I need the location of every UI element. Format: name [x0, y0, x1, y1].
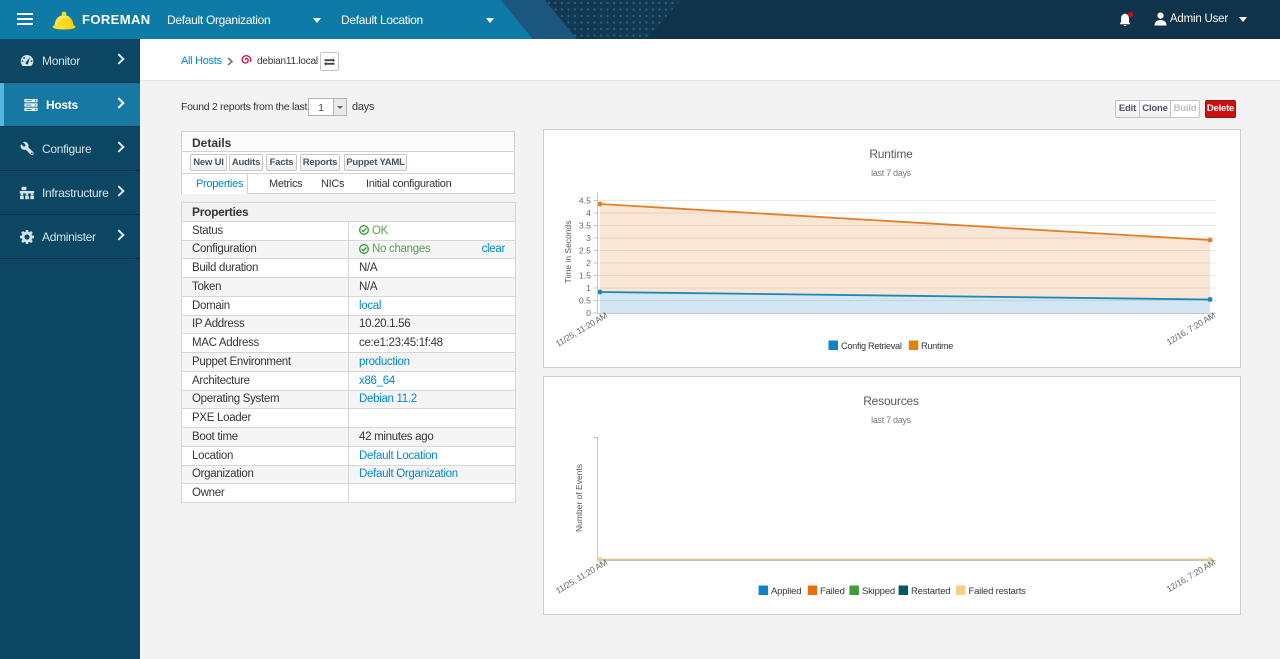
- svg-text:Skipped: Skipped: [862, 586, 895, 597]
- svg-text:4: 4: [586, 208, 591, 218]
- svg-text:Failed: Failed: [820, 586, 845, 597]
- svg-text:Runtime: Runtime: [869, 147, 913, 161]
- svg-text:1.5: 1.5: [579, 271, 591, 281]
- svg-text:Runtime: Runtime: [921, 341, 953, 351]
- svg-text:last 7 days: last 7 days: [871, 415, 912, 425]
- svg-text:12/16, 7:20 AM: 12/16, 7:20 AM: [1165, 310, 1217, 347]
- svg-text:Restarted: Restarted: [911, 586, 950, 597]
- svg-text:4.5: 4.5: [579, 196, 591, 206]
- svg-text:3.5: 3.5: [579, 221, 591, 231]
- svg-text:Time in Seconds: Time in Seconds: [563, 221, 573, 284]
- svg-text:Number of Events: Number of Events: [574, 464, 584, 532]
- svg-text:1: 1: [586, 283, 591, 293]
- svg-text:0: 0: [586, 308, 591, 318]
- svg-text:11/25, 11:20 AM: 11/25, 11:20 AM: [554, 310, 609, 349]
- svg-text:last 7 days: last 7 days: [871, 168, 912, 178]
- svg-text:Applied: Applied: [771, 586, 801, 597]
- svg-text:11/25, 11:20 AM: 11/25, 11:20 AM: [554, 557, 609, 596]
- svg-text:Failed restarts: Failed restarts: [969, 586, 1027, 597]
- svg-text:2.5: 2.5: [579, 246, 591, 256]
- svg-text:Resources: Resources: [863, 394, 919, 408]
- svg-text:3: 3: [586, 233, 591, 243]
- svg-text:12/16, 7:20 AM: 12/16, 7:20 AM: [1165, 557, 1217, 594]
- svg-text:2: 2: [586, 258, 591, 268]
- svg-text:0.5: 0.5: [579, 296, 591, 306]
- svg-text:Config Retrieval: Config Retrieval: [841, 341, 902, 351]
